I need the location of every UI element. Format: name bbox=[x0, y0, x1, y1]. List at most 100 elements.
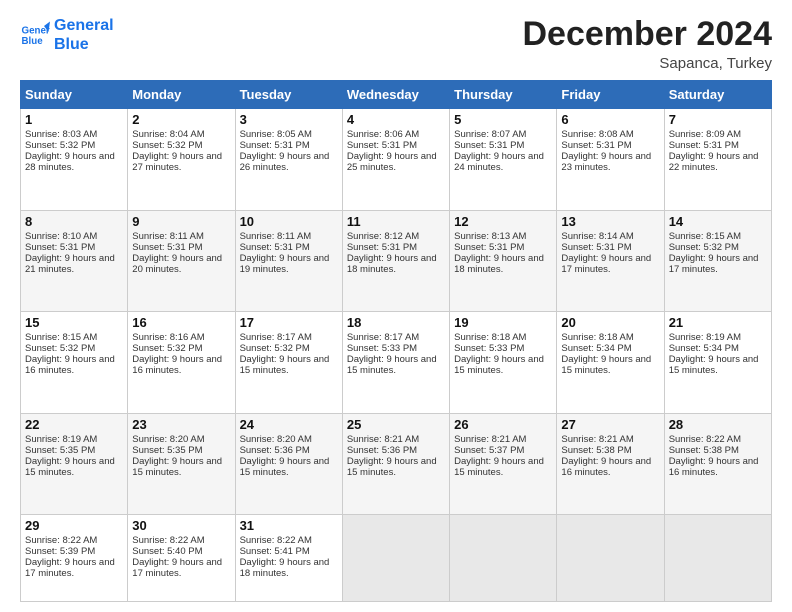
sunrise-label: Sunrise: 8:19 AM bbox=[25, 434, 97, 445]
sunrise-label: Sunrise: 8:21 AM bbox=[561, 434, 633, 445]
sunset-label: Sunset: 5:35 PM bbox=[25, 445, 95, 456]
day-number: 18 bbox=[347, 315, 445, 330]
daylight-label: Daylight: 9 hours and 16 minutes. bbox=[669, 456, 759, 478]
sunset-label: Sunset: 5:32 PM bbox=[669, 242, 739, 253]
daylight-label: Daylight: 9 hours and 17 minutes. bbox=[561, 253, 651, 275]
sunset-label: Sunset: 5:31 PM bbox=[25, 242, 95, 253]
calendar-cell: 4 Sunrise: 8:06 AM Sunset: 5:31 PM Dayli… bbox=[342, 109, 449, 210]
daylight-label: Daylight: 9 hours and 27 minutes. bbox=[132, 151, 222, 173]
header-wednesday: Wednesday bbox=[342, 81, 449, 109]
sunrise-label: Sunrise: 8:11 AM bbox=[240, 231, 312, 242]
day-number: 17 bbox=[240, 315, 338, 330]
calendar-cell: 14 Sunrise: 8:15 AM Sunset: 5:32 PM Dayl… bbox=[664, 210, 771, 311]
svg-text:Blue: Blue bbox=[22, 36, 44, 47]
sunset-label: Sunset: 5:31 PM bbox=[347, 140, 417, 151]
top-section: General Blue General Blue December 2024 … bbox=[20, 16, 772, 72]
sunset-label: Sunset: 5:32 PM bbox=[25, 140, 95, 151]
day-number: 1 bbox=[25, 112, 123, 127]
header-tuesday: Tuesday bbox=[235, 81, 342, 109]
daylight-label: Daylight: 9 hours and 17 minutes. bbox=[25, 557, 115, 579]
daylight-label: Daylight: 9 hours and 16 minutes. bbox=[25, 354, 115, 376]
calendar-cell: 21 Sunrise: 8:19 AM Sunset: 5:34 PM Dayl… bbox=[664, 312, 771, 413]
calendar-table: Sunday Monday Tuesday Wednesday Thursday… bbox=[20, 80, 772, 602]
logo-icon: General Blue bbox=[20, 20, 50, 50]
sunrise-label: Sunrise: 8:15 AM bbox=[669, 231, 741, 242]
sunrise-label: Sunrise: 8:03 AM bbox=[25, 129, 97, 140]
header-monday: Monday bbox=[128, 81, 235, 109]
page: General Blue General Blue December 2024 … bbox=[0, 0, 792, 612]
daylight-label: Daylight: 9 hours and 25 minutes. bbox=[347, 151, 437, 173]
logo: General Blue General Blue bbox=[20, 16, 114, 54]
sunset-label: Sunset: 5:34 PM bbox=[561, 343, 631, 354]
day-number: 4 bbox=[347, 112, 445, 127]
calendar-cell: 28 Sunrise: 8:22 AM Sunset: 5:38 PM Dayl… bbox=[664, 413, 771, 514]
title-section: December 2024 Sapanca, Turkey bbox=[522, 16, 772, 72]
sunrise-label: Sunrise: 8:12 AM bbox=[347, 231, 419, 242]
calendar-cell: 29 Sunrise: 8:22 AM Sunset: 5:39 PM Dayl… bbox=[21, 515, 128, 602]
calendar-cell: 17 Sunrise: 8:17 AM Sunset: 5:32 PM Dayl… bbox=[235, 312, 342, 413]
calendar-cell: 27 Sunrise: 8:21 AM Sunset: 5:38 PM Dayl… bbox=[557, 413, 664, 514]
calendar-cell: 1 Sunrise: 8:03 AM Sunset: 5:32 PM Dayli… bbox=[21, 109, 128, 210]
sunrise-label: Sunrise: 8:10 AM bbox=[25, 231, 97, 242]
calendar-cell: 10 Sunrise: 8:11 AM Sunset: 5:31 PM Dayl… bbox=[235, 210, 342, 311]
calendar-week-row: 15 Sunrise: 8:15 AM Sunset: 5:32 PM Dayl… bbox=[21, 312, 772, 413]
sunset-label: Sunset: 5:37 PM bbox=[454, 445, 524, 456]
sunrise-label: Sunrise: 8:11 AM bbox=[132, 231, 204, 242]
day-number: 28 bbox=[669, 417, 767, 432]
sunrise-label: Sunrise: 8:09 AM bbox=[669, 129, 741, 140]
header-friday: Friday bbox=[557, 81, 664, 109]
daylight-label: Daylight: 9 hours and 15 minutes. bbox=[669, 354, 759, 376]
daylight-label: Daylight: 9 hours and 17 minutes. bbox=[132, 557, 222, 579]
day-number: 19 bbox=[454, 315, 552, 330]
calendar-cell: 20 Sunrise: 8:18 AM Sunset: 5:34 PM Dayl… bbox=[557, 312, 664, 413]
calendar-cell: 30 Sunrise: 8:22 AM Sunset: 5:40 PM Dayl… bbox=[128, 515, 235, 602]
daylight-label: Daylight: 9 hours and 15 minutes. bbox=[132, 456, 222, 478]
day-number: 13 bbox=[561, 214, 659, 229]
daylight-label: Daylight: 9 hours and 16 minutes. bbox=[132, 354, 222, 376]
sunset-label: Sunset: 5:31 PM bbox=[240, 140, 310, 151]
sunset-label: Sunset: 5:41 PM bbox=[240, 546, 310, 557]
month-title: December 2024 bbox=[522, 16, 772, 53]
day-number: 22 bbox=[25, 417, 123, 432]
sunrise-label: Sunrise: 8:07 AM bbox=[454, 129, 526, 140]
sunset-label: Sunset: 5:36 PM bbox=[347, 445, 417, 456]
logo-line1: General bbox=[54, 16, 114, 35]
sunset-label: Sunset: 5:40 PM bbox=[132, 546, 202, 557]
sunset-label: Sunset: 5:32 PM bbox=[132, 140, 202, 151]
sunrise-label: Sunrise: 8:08 AM bbox=[561, 129, 633, 140]
daylight-label: Daylight: 9 hours and 24 minutes. bbox=[454, 151, 544, 173]
calendar-cell: 11 Sunrise: 8:12 AM Sunset: 5:31 PM Dayl… bbox=[342, 210, 449, 311]
daylight-label: Daylight: 9 hours and 15 minutes. bbox=[347, 354, 437, 376]
day-number: 27 bbox=[561, 417, 659, 432]
calendar-cell bbox=[450, 515, 557, 602]
calendar-header-row: Sunday Monday Tuesday Wednesday Thursday… bbox=[21, 81, 772, 109]
calendar-cell: 22 Sunrise: 8:19 AM Sunset: 5:35 PM Dayl… bbox=[21, 413, 128, 514]
calendar-cell bbox=[557, 515, 664, 602]
daylight-label: Daylight: 9 hours and 15 minutes. bbox=[25, 456, 115, 478]
sunrise-label: Sunrise: 8:22 AM bbox=[25, 535, 97, 546]
sunrise-label: Sunrise: 8:20 AM bbox=[132, 434, 204, 445]
day-number: 31 bbox=[240, 518, 338, 533]
day-number: 20 bbox=[561, 315, 659, 330]
day-number: 26 bbox=[454, 417, 552, 432]
daylight-label: Daylight: 9 hours and 20 minutes. bbox=[132, 253, 222, 275]
day-number: 16 bbox=[132, 315, 230, 330]
sunset-label: Sunset: 5:33 PM bbox=[454, 343, 524, 354]
sunset-label: Sunset: 5:31 PM bbox=[561, 140, 631, 151]
day-number: 8 bbox=[25, 214, 123, 229]
sunset-label: Sunset: 5:31 PM bbox=[240, 242, 310, 253]
calendar-week-row: 1 Sunrise: 8:03 AM Sunset: 5:32 PM Dayli… bbox=[21, 109, 772, 210]
sunset-label: Sunset: 5:32 PM bbox=[25, 343, 95, 354]
day-number: 3 bbox=[240, 112, 338, 127]
daylight-label: Daylight: 9 hours and 21 minutes. bbox=[25, 253, 115, 275]
calendar-cell: 31 Sunrise: 8:22 AM Sunset: 5:41 PM Dayl… bbox=[235, 515, 342, 602]
header-sunday: Sunday bbox=[21, 81, 128, 109]
day-number: 21 bbox=[669, 315, 767, 330]
daylight-label: Daylight: 9 hours and 17 minutes. bbox=[669, 253, 759, 275]
sunrise-label: Sunrise: 8:22 AM bbox=[240, 535, 312, 546]
daylight-label: Daylight: 9 hours and 15 minutes. bbox=[454, 456, 544, 478]
calendar-cell: 23 Sunrise: 8:20 AM Sunset: 5:35 PM Dayl… bbox=[128, 413, 235, 514]
day-number: 5 bbox=[454, 112, 552, 127]
daylight-label: Daylight: 9 hours and 15 minutes. bbox=[347, 456, 437, 478]
sunset-label: Sunset: 5:31 PM bbox=[454, 140, 524, 151]
